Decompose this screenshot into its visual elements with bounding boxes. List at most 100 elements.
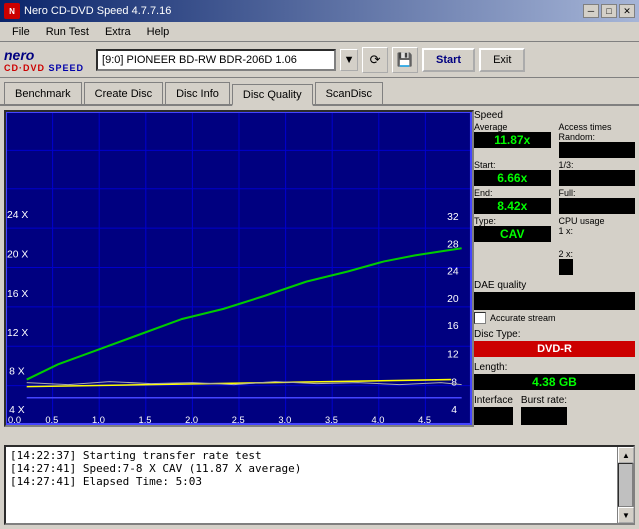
log-scrollbar: ▲ ▼ [617,447,633,523]
speed-section: Speed Average 11.87x Access times Random… [474,110,635,242]
disc-type-section: Disc Type: DVD-R [474,329,635,357]
menu-file[interactable]: File [4,24,38,40]
log-line-1: [14:22:37] Starting transfer rate test [10,449,613,462]
drive-selector[interactable]: [9:0] PIONEER BD-RW BDR-206D 1.06 [98,54,301,66]
svg-text:32: 32 [447,212,459,223]
cpu-section-full: 2 x: [474,247,635,275]
log-line-3: [14:27:41] Elapsed Time: 5:03 [10,475,613,488]
avg-label: Average [474,122,551,132]
content-area: 4 X 8 X 12 X 16 X 20 X 24 X 4 8 12 16 20… [0,106,639,445]
svg-text:8 X: 8 X [9,367,25,378]
speed-label: Speed [474,110,635,121]
end-label: End: [474,188,551,198]
title-bar-controls: ─ □ ✕ [583,4,635,18]
full-col: Full: [559,188,636,214]
onethird-value [559,170,636,186]
svg-text:12: 12 [447,349,459,360]
svg-text:2.0: 2.0 [185,415,198,425]
refresh-button[interactable]: ⟳ [362,47,388,73]
disc-type-label: Disc Type: [474,329,635,340]
drive-dropdown-arrow[interactable]: ▼ [340,49,358,71]
svg-text:20: 20 [447,294,459,305]
length-label: Length: [474,362,635,373]
start-row: Start: 6.66x 1/3: [474,160,635,186]
tab-disc-info[interactable]: Disc Info [165,82,230,104]
interface-section: Interface Burst rate: [474,395,635,425]
interface-label: Interface [474,395,513,406]
full-value [559,198,636,214]
avg-value: 11.87x [474,132,551,148]
start-label: Start: [474,160,551,170]
app-window: N Nero CD-DVD Speed 4.7.7.16 ─ □ ✕ File … [0,0,639,529]
svg-text:3.0: 3.0 [278,415,291,425]
menu-run-test[interactable]: Run Test [38,24,97,40]
app-icon: N [4,3,20,19]
length-section: Length: 4.38 GB [474,362,635,390]
tab-disc-quality[interactable]: Disc Quality [232,84,313,106]
access-times-label: Access times [559,122,636,132]
svg-text:1.0: 1.0 [92,415,105,425]
svg-text:24: 24 [447,267,459,278]
burst-rate-label: Burst rate: [521,395,567,406]
tab-scan-disc[interactable]: ScanDisc [315,82,383,104]
log-area: [14:22:37] Starting transfer rate test [… [4,445,635,525]
accurate-stream-checkbox[interactable] [474,312,486,324]
chart-svg: 4 X 8 X 12 X 16 X 20 X 24 X 4 8 12 16 20… [6,112,472,425]
svg-text:0.0: 0.0 [8,415,21,425]
save-button[interactable]: 💾 [392,47,418,73]
tab-create-disc[interactable]: Create Disc [84,82,163,104]
disc-type-value: DVD-R [474,341,635,357]
onethird-col: 1/3: [559,160,636,186]
svg-text:4: 4 [451,405,457,416]
svg-text:20 X: 20 X [7,249,28,260]
dae-value [474,292,635,310]
type-row: Type: CAV CPU usage 1 x: [474,216,635,242]
cpu-section: CPU usage 1 x: [559,216,636,242]
type-value: CAV [474,226,551,242]
svg-text:4.0: 4.0 [372,415,385,425]
dae-label: DAE quality [474,280,635,291]
svg-text:16: 16 [447,321,459,332]
exit-button[interactable]: Exit [479,48,525,72]
type-label: Type: [474,216,551,226]
cpu-2x-value [559,259,574,275]
menu-help[interactable]: Help [139,24,178,40]
chart-area: 4 X 8 X 12 X 16 X 20 X 24 X 4 8 12 16 20… [4,110,474,427]
start-button[interactable]: Start [422,48,475,72]
access-times-col: Access times Random: [559,122,636,158]
svg-text:0.5: 0.5 [45,415,58,425]
nero-top-text: nero [4,47,34,63]
scroll-down-button[interactable]: ▼ [618,507,634,523]
minimize-button[interactable]: ─ [583,4,599,18]
end-value: 8.42x [474,198,551,214]
speed-avg-row: Average 11.87x Access times Random: [474,122,635,158]
speed-avg-col: Average 11.87x [474,122,551,158]
close-button[interactable]: ✕ [619,4,635,18]
end-row: End: 8.42x Full: [474,188,635,214]
nero-bottom-text: CD·DVD SPEED [4,63,84,73]
random-label: Random: [559,132,636,142]
svg-text:12 X: 12 X [7,328,28,339]
svg-text:1.5: 1.5 [139,415,152,425]
start-col: Start: 6.66x [474,160,551,186]
scroll-up-button[interactable]: ▲ [618,447,634,463]
maximize-button[interactable]: □ [601,4,617,18]
menu-extra[interactable]: Extra [97,24,139,40]
log-line-2: [14:27:41] Speed:7-8 X CAV (11.87 X aver… [10,462,613,475]
svg-text:4.5: 4.5 [418,415,431,425]
title-bar-left: N Nero CD-DVD Speed 4.7.7.16 [4,3,171,19]
svg-text:24 X: 24 X [7,210,28,221]
svg-text:16 X: 16 X [7,289,28,300]
right-panel: Speed Average 11.87x Access times Random… [474,106,639,445]
tabs-bar: Benchmark Create Disc Disc Info Disc Qua… [0,78,639,106]
burst-rate-value [521,407,567,425]
accurate-stream-label: Accurate stream [490,313,556,323]
full-label: Full: [559,188,636,198]
scroll-thumb[interactable] [618,463,633,507]
end-col: End: 8.42x [474,188,551,214]
start-value: 6.66x [474,170,551,186]
tab-benchmark[interactable]: Benchmark [4,82,82,104]
nero-logo: nero CD·DVD SPEED [4,47,84,73]
svg-text:2.5: 2.5 [232,415,245,425]
log-content: [14:22:37] Starting transfer rate test [… [6,447,617,523]
